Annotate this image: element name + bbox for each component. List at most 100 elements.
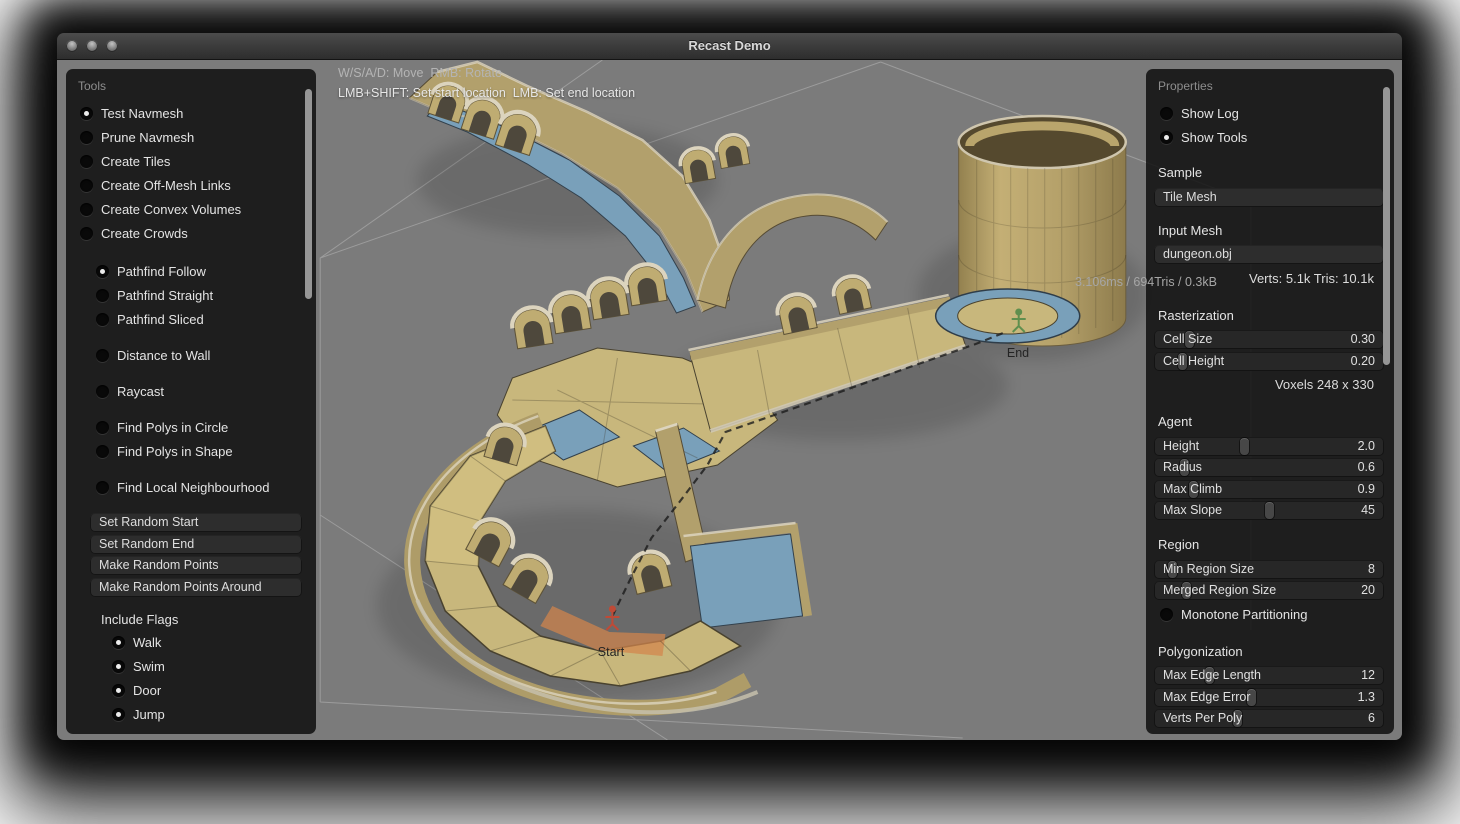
max-climb-slider[interactable]: Max Climb 0.9 <box>1154 480 1384 499</box>
tool-mode-create-tiles[interactable]: Create Tiles <box>66 149 316 173</box>
radio-icon <box>112 684 125 697</box>
slider-handle[interactable] <box>1240 438 1249 455</box>
tool-option-label: Distance to Wall <box>117 348 210 363</box>
set-random-end-button[interactable]: Set Random End <box>90 535 302 554</box>
radio-icon <box>112 660 125 673</box>
slider-label: Max Slope <box>1163 501 1222 520</box>
tool-mode-create-off-mesh-links[interactable]: Create Off-Mesh Links <box>66 173 316 197</box>
tool-option-pathfind-straight[interactable]: Pathfind Straight <box>66 283 316 307</box>
radio-icon <box>96 265 109 278</box>
prop-toggle-show-tools[interactable]: Show Tools <box>1146 125 1394 149</box>
tool-option-raycast[interactable]: Raycast <box>66 379 316 403</box>
prop-toggle-label: Show Log <box>1181 106 1239 121</box>
tool-mode-create-convex-volumes[interactable]: Create Convex Volumes <box>66 197 316 221</box>
slider-label: Cell Size <box>1163 330 1212 349</box>
properties-toggles: Show Log Show Tools <box>1146 101 1394 149</box>
max-edge-length-slider[interactable]: Max Edge Length12 <box>1154 666 1384 685</box>
tool-mode-label: Create Convex Volumes <box>101 202 241 217</box>
input-mesh-value-button[interactable]: dungeon.obj <box>1154 245 1384 264</box>
tool-mode-test-navmesh[interactable]: Test Navmesh <box>66 101 316 125</box>
radio-icon <box>96 445 109 458</box>
tool-mode-create-crowds[interactable]: Create Crowds <box>66 221 316 245</box>
max-slope-slider[interactable]: Max Slope45 <box>1154 501 1384 520</box>
help-text-move: W/S/A/D: Move RMB: Rotate <box>338 66 502 80</box>
section-checkbox-monotone-partitioning[interactable]: Monotone Partitioning <box>1146 603 1394 627</box>
tool-option-label: Pathfind Follow <box>117 264 206 279</box>
slider-label: Merged Region Size <box>1163 581 1276 600</box>
radio-icon <box>96 289 109 302</box>
minimize-button[interactable] <box>86 40 98 52</box>
tool-option-find-local-neighbourhood[interactable]: Find Local Neighbourhood <box>66 475 316 499</box>
sample-value-button[interactable]: Tile Mesh <box>1154 188 1384 207</box>
section-polygonization: PolygonizationMax Edge Length12Max Edge … <box>1146 640 1394 729</box>
build-stats: 3.106ms / 694Tris / 0.3kB <box>1075 275 1217 289</box>
tools-buttons-list: Set Random Start Set Random End Make Rando… <box>66 513 316 597</box>
input-mesh-value: dungeon.obj <box>1163 247 1232 261</box>
include-flag-door[interactable]: Door <box>66 679 316 703</box>
make-random-points-around-button[interactable]: Make Random Points Around <box>90 578 302 597</box>
tower-cylinder <box>936 116 1126 346</box>
tool-option-pathfind-sliced[interactable]: Pathfind Sliced <box>66 307 316 331</box>
tools-scrollbar[interactable] <box>305 89 312 299</box>
zoom-button[interactable] <box>106 40 118 52</box>
tool-option-label: Find Polys in Shape <box>117 444 233 459</box>
tool-option-label: Find Local Neighbourhood <box>117 480 270 495</box>
help-text-mouse: LMB+SHIFT: Set start location LMB: Set e… <box>338 86 635 100</box>
section-title: Rasterization <box>1146 304 1394 328</box>
properties-scrollbar[interactable] <box>1383 87 1390 365</box>
slider-value: 0.6 <box>1358 458 1375 477</box>
tool-option-distance-to-wall[interactable]: Distance to Wall <box>66 343 316 367</box>
include-flag-walk[interactable]: Walk <box>66 631 316 655</box>
verts-per-poly-slider[interactable]: Verts Per Poly6 <box>1154 709 1384 728</box>
test-options-list: Pathfind Follow Pathfind StraightPathfind… <box>66 259 316 499</box>
radius-slider[interactable]: Radius 0.6 <box>1154 458 1384 477</box>
radio-icon <box>112 636 125 649</box>
tool-mode-label: Create Crowds <box>101 226 188 241</box>
slider-handle[interactable] <box>1265 502 1274 519</box>
main-content: W/S/A/D: Move RMB: Rotate LMB+SHIFT: Set… <box>57 60 1402 740</box>
include-flag-label: Walk <box>133 635 161 650</box>
radio-icon <box>96 421 109 434</box>
slider-value: 8 <box>1368 560 1375 579</box>
set-random-start-button[interactable]: Set Random Start <box>90 513 302 532</box>
slider-label: Radius <box>1163 458 1202 477</box>
slider-label: Min Region Size <box>1163 560 1254 579</box>
tool-option-find-polys-in-shape[interactable]: Find Polys in Shape <box>66 439 316 463</box>
tool-option-pathfind-follow[interactable]: Pathfind Follow <box>66 259 316 283</box>
tool-option-find-polys-in-circle[interactable]: Find Polys in Circle <box>66 415 316 439</box>
slider-label: Verts Per Poly <box>1163 709 1242 728</box>
section-checkbox-label: Monotone Partitioning <box>1181 607 1307 622</box>
height-slider[interactable]: Height2.0 <box>1154 437 1384 456</box>
prop-toggle-show-log[interactable]: Show Log <box>1146 101 1394 125</box>
slider-value: 0.9 <box>1358 480 1375 499</box>
section-agent: AgentHeight2.0Radius0.6Max Climb0.9Max S… <box>1146 410 1394 520</box>
section-title: Region <box>1146 533 1394 557</box>
radio-icon <box>96 385 109 398</box>
radio-icon <box>80 203 93 216</box>
slider-label: Cell Height <box>1163 352 1224 371</box>
make-random-points-button[interactable]: Make Random Points <box>90 556 302 575</box>
merged-region-size-slider[interactable]: Merged Region Size20 <box>1154 581 1384 600</box>
slider-label: Max Edge Error <box>1163 688 1251 707</box>
max-edge-error-slider[interactable]: Max Edge Error 1.3 <box>1154 688 1384 707</box>
include-flag-label: Door <box>133 683 161 698</box>
include-flag-jump[interactable]: Jump <box>66 703 316 727</box>
radio-icon <box>96 481 109 494</box>
section-region: Region Min Region Size 8 Merged Region Size… <box>1146 533 1394 627</box>
tools-panel: Tools Test NavmeshPrune NavmeshCreate Ti… <box>66 69 316 734</box>
slider-label: Max Climb <box>1163 480 1222 499</box>
tools-title: Tools <box>66 77 316 101</box>
close-button[interactable] <box>66 40 78 52</box>
section-rasterization: Rasterization Cell Size0.30 Cell Height 0.2… <box>1146 304 1394 398</box>
min-region-size-slider[interactable]: Min Region Size 8 <box>1154 560 1384 579</box>
slider-value: 0.20 <box>1351 352 1375 371</box>
include-flag-swim[interactable]: Swim <box>66 655 316 679</box>
radio-icon <box>80 107 93 120</box>
slider-value: 1.3 <box>1358 688 1375 707</box>
tool-mode-prune-navmesh[interactable]: Prune Navmesh <box>66 125 316 149</box>
include-flag-label: Swim <box>133 659 165 674</box>
cell-size-slider[interactable]: Cell Size0.30 <box>1154 330 1384 349</box>
titlebar[interactable]: Recast Demo <box>57 33 1402 60</box>
radio-icon <box>96 313 109 326</box>
cell-height-slider[interactable]: Cell Height 0.20 <box>1154 352 1384 371</box>
